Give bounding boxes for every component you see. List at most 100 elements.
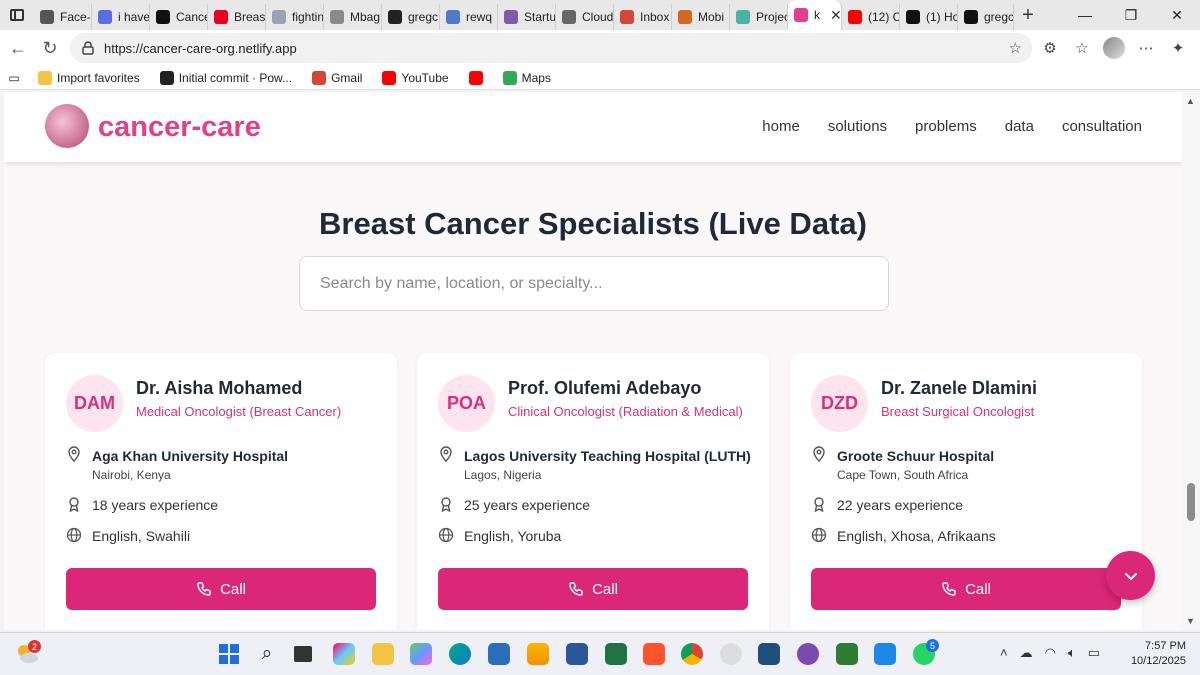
tab-title: i have bbox=[118, 10, 150, 24]
profile-avatar[interactable] bbox=[1100, 33, 1128, 63]
favorite-item[interactable]: Maps bbox=[493, 70, 561, 85]
scroll-up-arrow-icon[interactable]: ▲ bbox=[1186, 96, 1195, 106]
clock-time: 7:57 PM bbox=[1145, 640, 1186, 652]
favorites-icon[interactable]: ☆ bbox=[1068, 33, 1096, 63]
globe-icon bbox=[66, 527, 82, 543]
search-icon[interactable]: ⌕ bbox=[256, 643, 278, 665]
favorite-item[interactable] bbox=[459, 70, 493, 85]
back-button[interactable]: ← bbox=[2, 32, 34, 64]
browser-tab[interactable]: Face- bbox=[34, 4, 92, 30]
close-window-button[interactable]: ✕ bbox=[1154, 0, 1200, 30]
tab-favicon-icon bbox=[98, 10, 112, 24]
show-hidden-icons-icon[interactable]: ˄ bbox=[1000, 645, 1008, 661]
wifi-icon[interactable]: ◠ bbox=[1045, 645, 1056, 661]
address-bar[interactable]: https://cancer-care-org.netlify.app ☆ bbox=[70, 33, 1032, 63]
scroll-down-arrow-icon[interactable]: ▼ bbox=[1186, 616, 1195, 626]
store-icon[interactable] bbox=[488, 643, 510, 665]
more-menu-icon[interactable]: ⋯ bbox=[1132, 33, 1160, 63]
tab-favicon-icon bbox=[388, 10, 402, 24]
copilot-icon[interactable]: ✦ bbox=[1164, 33, 1192, 63]
browser-tab[interactable]: Cance bbox=[150, 4, 208, 30]
app-icon[interactable] bbox=[410, 643, 432, 665]
network-icon[interactable]: ☁ bbox=[1020, 645, 1033, 661]
location-pin-icon bbox=[68, 446, 80, 462]
scrollbar-thumb[interactable] bbox=[1187, 483, 1195, 521]
browser-tab[interactable]: gregc bbox=[958, 4, 1014, 30]
favorite-item[interactable]: Initial commit · Pow... bbox=[150, 70, 302, 85]
site-brand[interactable]: cancer-care bbox=[98, 111, 261, 144]
specialist-search-input[interactable] bbox=[299, 256, 889, 311]
logo-image[interactable] bbox=[45, 104, 89, 148]
copilot-app-icon[interactable] bbox=[333, 643, 355, 665]
github-desktop-icon[interactable] bbox=[797, 643, 819, 665]
favorite-item[interactable]: YouTube bbox=[372, 70, 458, 85]
page-scrollbar[interactable]: ▲ ▼ bbox=[1182, 92, 1200, 630]
extensions-icon[interactable]: ⚙ bbox=[1036, 33, 1064, 63]
minimize-button[interactable]: — bbox=[1062, 0, 1108, 30]
clock[interactable]: 7:57 PM 10/12/2025 bbox=[1131, 639, 1186, 669]
scroll-down-button[interactable] bbox=[1106, 551, 1155, 600]
tab-actions-menu-button[interactable] bbox=[0, 0, 34, 30]
nav-data[interactable]: data bbox=[1005, 118, 1034, 135]
app-icon[interactable] bbox=[720, 643, 742, 665]
new-tab-button[interactable]: + bbox=[1014, 4, 1042, 27]
browser-tab[interactable]: Mobi bbox=[672, 4, 730, 30]
favorite-star-icon[interactable]: ☆ bbox=[1009, 39, 1022, 57]
browser-tab[interactable]: i have bbox=[92, 4, 150, 30]
browser-tab[interactable]: k ✕ bbox=[788, 0, 842, 30]
tab-title: Mobi bbox=[698, 10, 725, 24]
url-text: https://cancer-care-org.netlify.app bbox=[104, 40, 297, 56]
favorite-item[interactable]: Gmail bbox=[302, 70, 372, 85]
award-icon bbox=[69, 497, 79, 512]
favorite-label: Initial commit · Pow... bbox=[178, 70, 293, 85]
folder-icon bbox=[38, 70, 52, 85]
file-explorer-icon[interactable] bbox=[372, 643, 394, 665]
tab-favicon-icon bbox=[446, 10, 460, 24]
battery-icon[interactable]: ▭ bbox=[1088, 645, 1100, 661]
browser-tab[interactable]: (1) Ho bbox=[900, 4, 958, 30]
call-button[interactable]: Call bbox=[66, 568, 376, 610]
browser-tab[interactable]: Startu bbox=[498, 4, 556, 30]
edge-browser-icon[interactable] bbox=[449, 643, 471, 665]
tab-favicon-icon bbox=[794, 8, 808, 22]
vscode-icon[interactable] bbox=[874, 643, 896, 665]
avatar bbox=[1103, 37, 1125, 59]
brave-icon[interactable] bbox=[643, 643, 665, 665]
page-title: Breast Cancer Specialists (Live Data) bbox=[319, 206, 867, 241]
task-view-icon[interactable] bbox=[294, 646, 312, 662]
tab-title: gregc bbox=[984, 10, 1014, 24]
browser-tab[interactable]: Mbag bbox=[324, 4, 382, 30]
reload-button[interactable]: ↻ bbox=[34, 32, 66, 64]
close-tab-icon[interactable]: ✕ bbox=[830, 7, 841, 24]
power-bi-icon[interactable] bbox=[527, 643, 549, 665]
browser-tab[interactable]: Cloud bbox=[556, 4, 614, 30]
browser-tab[interactable]: Projec bbox=[730, 4, 788, 30]
favorites-bar: ▭ Import favorites Initial commit · Pow..… bbox=[0, 66, 1200, 90]
nav-home[interactable]: home bbox=[762, 118, 800, 135]
call-button[interactable]: Call bbox=[438, 568, 748, 610]
nav-problems[interactable]: problems bbox=[915, 118, 977, 135]
browser-tab[interactable]: fightin bbox=[266, 4, 324, 30]
excel-icon[interactable] bbox=[605, 643, 627, 665]
start-button[interactable] bbox=[218, 643, 240, 665]
phone-icon bbox=[569, 582, 583, 596]
browser-tab[interactable]: Inbox bbox=[614, 4, 672, 30]
word-icon[interactable] bbox=[566, 643, 588, 665]
chrome-icon[interactable] bbox=[681, 643, 703, 665]
reading-view-icon[interactable]: ▭ bbox=[0, 71, 28, 85]
browser-tab[interactable]: (12) C bbox=[842, 4, 900, 30]
call-button[interactable]: Call bbox=[811, 568, 1121, 610]
notepad-icon[interactable] bbox=[836, 643, 858, 665]
app-icon[interactable] bbox=[758, 643, 780, 665]
browser-tab[interactable]: gregc bbox=[382, 4, 440, 30]
favorite-item[interactable]: Import favorites bbox=[28, 70, 150, 85]
nav-consultation[interactable]: consultation bbox=[1062, 118, 1142, 135]
site-info-icon[interactable] bbox=[80, 40, 96, 56]
location-pin-icon bbox=[440, 446, 452, 462]
volume-icon[interactable]: 🔈︎ bbox=[1068, 645, 1076, 661]
maximize-button[interactable]: ❐ bbox=[1108, 0, 1154, 30]
browser-tab[interactable]: Breas bbox=[208, 4, 266, 30]
nav-solutions[interactable]: solutions bbox=[828, 118, 887, 135]
browser-tab[interactable]: rewq bbox=[440, 4, 498, 30]
github-icon bbox=[159, 70, 174, 85]
